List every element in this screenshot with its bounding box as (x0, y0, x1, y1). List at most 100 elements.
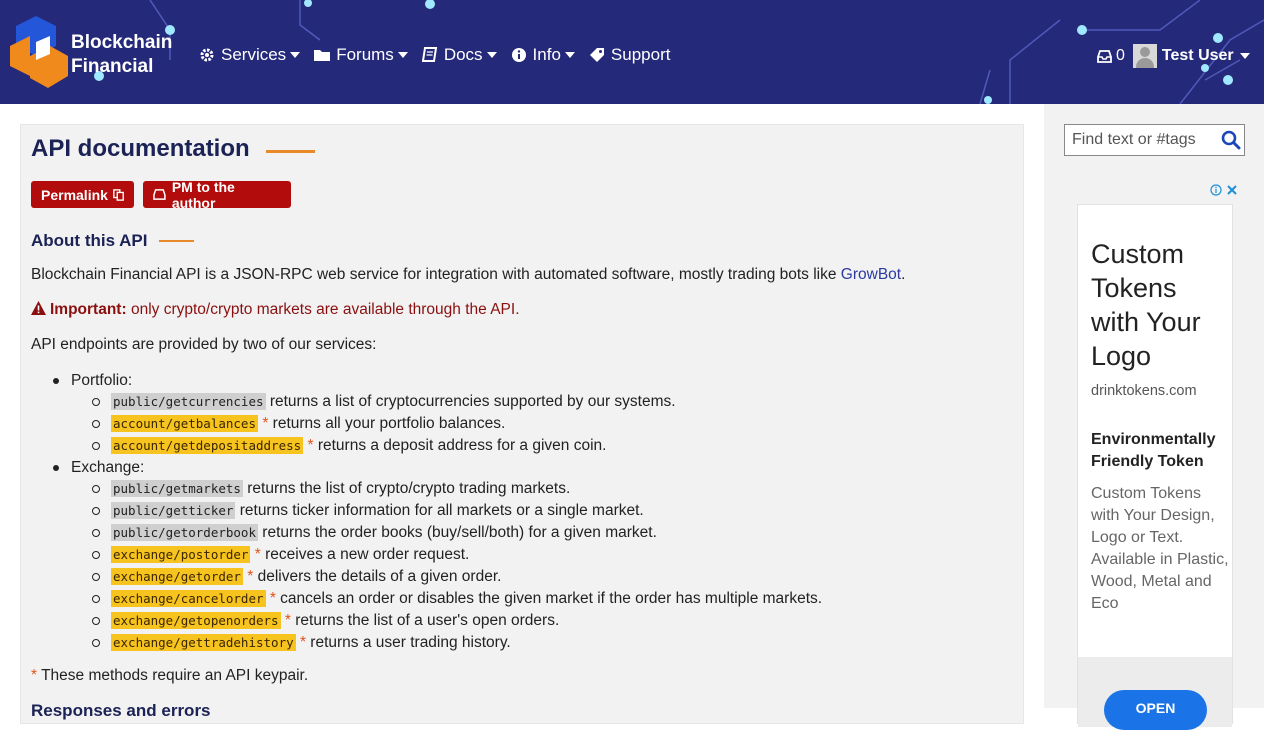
list-item: account/getdepositaddress * returns a de… (31, 435, 822, 457)
list-item: public/getmarkets returns the list of cr… (31, 478, 822, 500)
growbot-link[interactable]: GrowBot (841, 266, 901, 283)
nav-info-label: Info (532, 45, 561, 64)
pm-author-button[interactable]: PM to the author (143, 178, 291, 211)
important-text: only crypto/crypto markets are available… (126, 301, 520, 318)
pm-author-label: PM to the author (171, 178, 235, 211)
important-notice: Important: only crypto/crypto markets ar… (31, 301, 520, 319)
nav-forums-label: Forums (336, 45, 394, 64)
nav-services[interactable]: Services (199, 44, 301, 66)
blockchain-logo[interactable] (10, 16, 68, 90)
method-desc: returns the order books (buy/sell/both) … (258, 524, 657, 541)
method-code: exchange/getorder (111, 568, 243, 585)
important-label: Important: (50, 301, 127, 318)
user-area: 0 Test User (1097, 44, 1250, 68)
method-code: public/getorderbook (111, 524, 258, 541)
sidebar: Find text or #tags Custom Tokens with Yo… (1044, 104, 1264, 730)
nav-support[interactable]: Support (589, 44, 671, 66)
list-item: exchange/cancelorder * cancels an order … (31, 588, 822, 610)
permalink-button[interactable]: Permalink (31, 181, 134, 208)
list-item: public/getcurrencies returns a list of c… (31, 391, 822, 413)
search-placeholder: Find text or #tags (1072, 131, 1196, 148)
tag-icon (589, 48, 604, 62)
inbox-button[interactable]: 0 (1097, 47, 1125, 65)
ad-domain: drinktokens.com (1091, 383, 1197, 399)
site-header: Blockchain Financial Services Forums Doc… (0, 0, 1264, 104)
brand-line1: Blockchain (71, 32, 173, 53)
avatar[interactable] (1132, 44, 1157, 68)
method-code: exchange/gettradehistory (111, 634, 296, 651)
section-divider (159, 240, 194, 242)
method-code: account/getdepositaddress (111, 437, 304, 454)
method-code: exchange/cancelorder (111, 590, 266, 607)
ad-title: Custom Tokens with Your Logo (1091, 239, 1201, 371)
nav-docs[interactable]: Docs (421, 44, 497, 66)
copy-icon (113, 188, 124, 201)
title-divider (266, 150, 315, 153)
endpoint-list: Portfolio: public/getcurrencies returns … (31, 370, 822, 654)
method-code: public/getmarkets (111, 480, 243, 497)
username[interactable]: Test User (1162, 47, 1234, 65)
list-item: exchange/gettradehistory * returns a use… (31, 632, 822, 654)
method-code: exchange/postorder (111, 546, 251, 563)
method-desc: receives a new order request. (260, 546, 470, 563)
footnote-text: These methods require an API keypair. (37, 667, 309, 684)
intro-text: Blockchain Financial API is a JSON-RPC w… (31, 266, 841, 283)
intro-paragraph: Blockchain Financial API is a JSON-RPC w… (31, 266, 905, 284)
chevron-down-icon (290, 52, 301, 58)
permalink-label: Permalink (41, 186, 108, 203)
list-item-exchange: Exchange: (31, 457, 822, 478)
section-heading-about: About this API (31, 231, 148, 250)
info-icon (511, 48, 526, 62)
ad-banner[interactable]: Custom Tokens with Your Logo drinktokens… (1077, 204, 1233, 730)
ad-info-icon[interactable] (1210, 184, 1222, 196)
endpoints-intro: API endpoints are provided by two of our… (31, 336, 377, 353)
method-desc: returns a user trading history. (305, 634, 511, 651)
method-desc: returns ticker information for all marke… (235, 502, 644, 519)
nav-services-label: Services (221, 45, 287, 64)
method-desc: delivers the details of a given order. (253, 568, 502, 585)
list-item: public/getticker returns ticker informat… (31, 500, 822, 522)
ad-open-button[interactable]: OPEN (1104, 690, 1207, 730)
inbox-icon (1097, 49, 1112, 63)
section-heading-responses: Responses and errors (31, 701, 211, 720)
list-item-portfolio: Portfolio: (31, 370, 822, 391)
list-item: exchange/getopenorders * returns the lis… (31, 610, 822, 632)
nav-docs-label: Docs (443, 45, 483, 64)
list-item: account/getbalances * returns all your p… (31, 413, 822, 435)
method-desc: returns a deposit address for a given co… (313, 437, 607, 454)
method-code: public/getcurrencies (111, 393, 266, 410)
method-desc: returns the list of crypto/crypto tradin… (242, 480, 571, 497)
nav-support-label: Support (610, 45, 671, 64)
list-item: exchange/getorder * delivers the details… (31, 566, 822, 588)
book-icon (421, 47, 437, 62)
method-code: exchange/getopenorders (111, 612, 281, 629)
chevron-down-icon (397, 52, 408, 58)
gear-icon (200, 48, 214, 62)
inbox-icon (153, 189, 166, 200)
chevron-down-icon[interactable] (1239, 53, 1250, 59)
close-icon[interactable] (1226, 184, 1238, 196)
nav-forums[interactable]: Forums (314, 44, 408, 66)
folder-icon (314, 50, 331, 61)
method-desc: returns all your portfolio balances. (268, 415, 506, 432)
method-code: account/getbalances (111, 415, 258, 432)
chevron-down-icon (486, 52, 497, 58)
warning-icon (31, 301, 46, 315)
ad-body: Custom Tokens with Your Design, Logo or … (1091, 485, 1229, 612)
nav-info[interactable]: Info (511, 44, 575, 66)
list-item: public/getorderbook returns the order bo… (31, 522, 822, 544)
main-nav: Services Forums Docs Info Support (199, 44, 684, 66)
page-title: API documentation (31, 135, 250, 162)
article: API documentation Permalink PM to the au… (20, 124, 1024, 724)
method-code: public/getticker (111, 502, 236, 519)
search-input[interactable]: Find text or #tags (1064, 124, 1245, 156)
brand-name[interactable]: Blockchain Financial (71, 31, 172, 79)
method-desc: returns a list of cryptocurrencies suppo… (265, 393, 676, 410)
method-desc: returns the list of a user's open orders… (290, 612, 560, 629)
list-item: exchange/postorder * receives a new orde… (31, 544, 822, 566)
brand-line2: Financial (71, 56, 154, 77)
chevron-down-icon (564, 52, 575, 58)
inbox-count: 0 (1116, 47, 1125, 64)
search-icon[interactable] (1221, 130, 1241, 150)
footnote: * These methods require an API keypair. (31, 667, 308, 685)
